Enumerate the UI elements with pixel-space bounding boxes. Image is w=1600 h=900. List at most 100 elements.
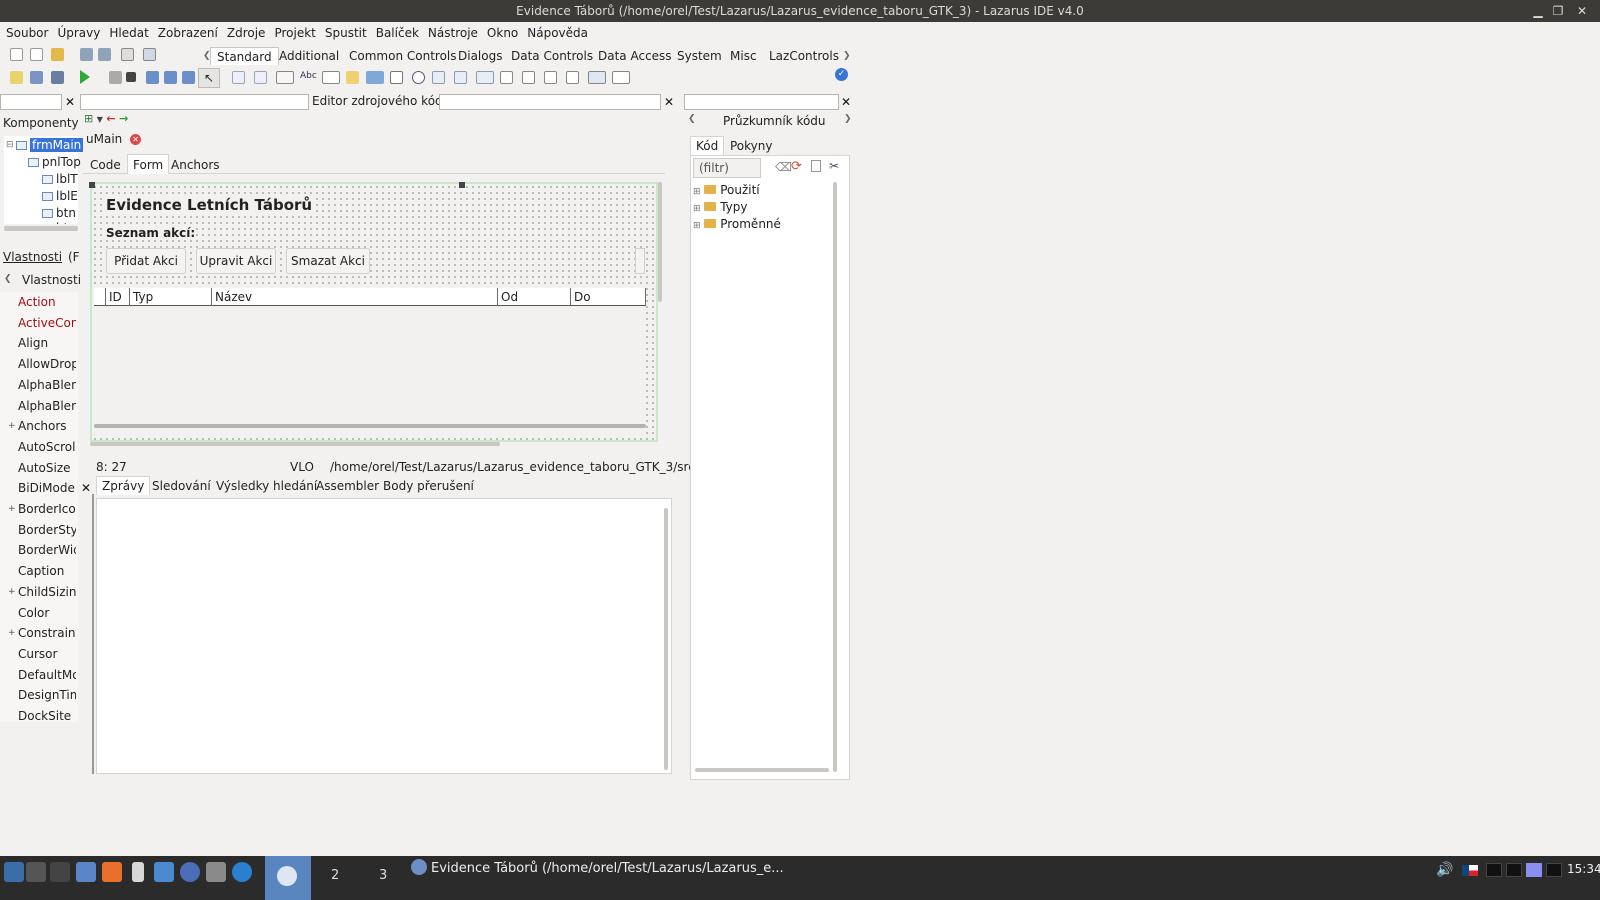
menu-hledat[interactable]: Hledat	[107, 26, 155, 40]
view-units-icon[interactable]	[10, 71, 23, 84]
delete-action-button[interactable]: Smazat Akci	[286, 248, 370, 274]
inspector-scroll-left-icon[interactable]: ❮	[4, 274, 12, 284]
designer-hscrollbar[interactable]	[90, 442, 500, 446]
inspector-tab-events[interactable]: (F	[68, 250, 80, 264]
designer-vscrollbar[interactable]	[658, 182, 662, 302]
grid-col-typ[interactable]: Typ	[130, 288, 212, 306]
editor-close-icon[interactable]: ✕	[663, 96, 675, 108]
extra-button[interactable]	[635, 248, 645, 274]
messages-tab-assembler[interactable]: Assembler	[316, 479, 379, 493]
dropdown-arrow-icon[interactable]: ▼	[97, 115, 103, 124]
explorer-scroll-left-icon[interactable]: ❮	[688, 114, 696, 124]
explorer-item-promenne[interactable]: ⊞ Proměnné	[693, 216, 781, 232]
tpopupmenu-icon[interactable]	[254, 71, 267, 84]
subtab-code[interactable]: Code	[90, 158, 121, 172]
property-row[interactable]: Color	[18, 603, 76, 623]
mail-icon[interactable]	[76, 862, 96, 882]
menu-upravy[interactable]: Úpravy	[55, 26, 107, 40]
property-row[interactable]: Constraints	[18, 623, 76, 643]
tcheckgroup-icon[interactable]	[544, 71, 557, 84]
palette-tab-standard[interactable]: Standard	[210, 47, 279, 65]
toggle-form-unit-icon[interactable]	[121, 48, 134, 61]
palette-tab-common-controls[interactable]: Common Controls	[349, 47, 457, 65]
property-row[interactable]: BorderIcon	[18, 499, 76, 519]
messages-tab-zpravy[interactable]: Zprávy	[96, 476, 151, 495]
subtab-form[interactable]: Form	[127, 154, 170, 174]
property-expand-icon[interactable]: +	[8, 421, 16, 431]
grid-col-od[interactable]: Od	[498, 288, 571, 306]
palette-tab-data-controls[interactable]: Data Controls	[511, 47, 593, 65]
menu-okno[interactable]: Okno	[485, 26, 525, 40]
new-form-icon[interactable]	[30, 48, 43, 61]
explorer-vscrollbar[interactable]	[833, 182, 837, 772]
tree-item-pnltop[interactable]: pnlTop	[28, 154, 81, 170]
property-expand-icon[interactable]: +	[8, 504, 16, 514]
volume-icon[interactable]: 🔊	[1436, 862, 1453, 878]
subtab-anchors[interactable]: Anchors	[171, 158, 220, 172]
tscrollbar-icon[interactable]	[476, 71, 494, 84]
menu-projekt[interactable]: Projekt	[272, 26, 322, 40]
new-unit-icon[interactable]	[10, 48, 23, 61]
property-row[interactable]: BiDiMode	[18, 478, 76, 498]
save-icon[interactable]	[80, 48, 93, 61]
grid-col-id[interactable]: ID	[106, 288, 130, 306]
tgroupbox-icon[interactable]	[500, 71, 513, 84]
menu-zobrazeni[interactable]: Zobrazení	[156, 26, 225, 40]
property-row[interactable]: BorderWid	[18, 540, 76, 560]
explorer-item-typy[interactable]: ⊞ Typy	[693, 199, 747, 215]
tmemo-icon[interactable]	[346, 71, 359, 84]
explorer-item-pouziti[interactable]: ⊞ Použití	[693, 182, 760, 198]
step-over-icon[interactable]	[164, 71, 177, 84]
project-options-icon[interactable]	[30, 71, 43, 84]
code-tools-icon[interactable]: ✂	[829, 159, 839, 173]
minimize-icon[interactable]: ▁	[1528, 0, 1548, 22]
palette-tab-dialogs[interactable]: Dialogs	[458, 47, 502, 65]
selection-tool-icon[interactable]: ↖	[198, 68, 220, 88]
add-action-button[interactable]: Přidat Akci	[106, 248, 186, 274]
run-icon[interactable]	[80, 70, 90, 84]
property-row[interactable]: AlphaBlenc	[18, 396, 76, 416]
show-desktop-icon[interactable]	[50, 862, 70, 882]
explorer-close-icon[interactable]: ✕	[840, 96, 852, 108]
tray-icon-3[interactable]	[1526, 863, 1542, 877]
app-menu-icon[interactable]	[4, 862, 24, 882]
close-icon[interactable]: ✕	[1572, 0, 1592, 22]
taskbar-active-window[interactable]: Evidence Táborů (/home/orel/Test/Lazarus…	[411, 856, 784, 900]
tree-item-lble[interactable]: lblE	[42, 188, 78, 204]
menu-nastroje[interactable]: Nástroje	[426, 26, 485, 40]
grid-col-do[interactable]: Do	[571, 288, 646, 306]
menu-spustit[interactable]: Spustit	[323, 26, 374, 40]
explorer-tab-pokyny[interactable]: Pokyny	[730, 139, 772, 153]
filter-clear-icon[interactable]: ⌫	[775, 160, 792, 174]
tactionlist-icon[interactable]	[612, 71, 630, 84]
selection-handle-top[interactable]	[459, 182, 465, 188]
menu-soubor[interactable]: Soubor	[4, 26, 55, 40]
property-row[interactable]: ChildSizing	[18, 582, 76, 602]
network-icon[interactable]	[206, 862, 226, 882]
form-title-label[interactable]: Evidence Letních Táborů	[106, 196, 313, 214]
back-arrow-icon[interactable]: ←	[106, 112, 115, 125]
palette-tab-system[interactable]: System	[677, 47, 722, 65]
tray-icon-4[interactable]	[1546, 863, 1562, 877]
property-row[interactable]: BorderStyl	[18, 520, 76, 540]
messages-tab-breakpoints[interactable]: Body přerušení	[383, 479, 474, 493]
actions-grid[interactable]: ID Typ Název Od Do	[94, 288, 646, 434]
view-forms-icon[interactable]	[143, 48, 156, 61]
inspector-tab-properties[interactable]: Vlastnosti	[3, 250, 62, 264]
grid-hscrollbar[interactable]	[94, 424, 646, 428]
tedit-icon[interactable]	[322, 71, 340, 84]
explorer-filter-input[interactable]: (filtr)	[693, 158, 761, 178]
components-scrollbar[interactable]	[4, 226, 78, 231]
form-subtitle-label[interactable]: Seznam akcí:	[106, 226, 196, 240]
explorer-scroll-right-icon[interactable]: ❯	[844, 114, 852, 124]
property-row[interactable]: Action	[18, 292, 76, 312]
save-all-icon[interactable]	[98, 48, 111, 61]
tray-icon-1[interactable]	[1486, 863, 1502, 877]
grid-col-nazev[interactable]: Název	[212, 288, 498, 306]
property-row[interactable]: AutoScroll	[18, 437, 76, 457]
workspace-3[interactable]: 3	[379, 868, 387, 883]
build-icon[interactable]	[51, 71, 64, 84]
palette-tab-lazcontrols[interactable]: LazControls	[769, 47, 839, 65]
property-row[interactable]: DesignTim	[18, 685, 76, 705]
pause-icon[interactable]	[109, 71, 122, 84]
